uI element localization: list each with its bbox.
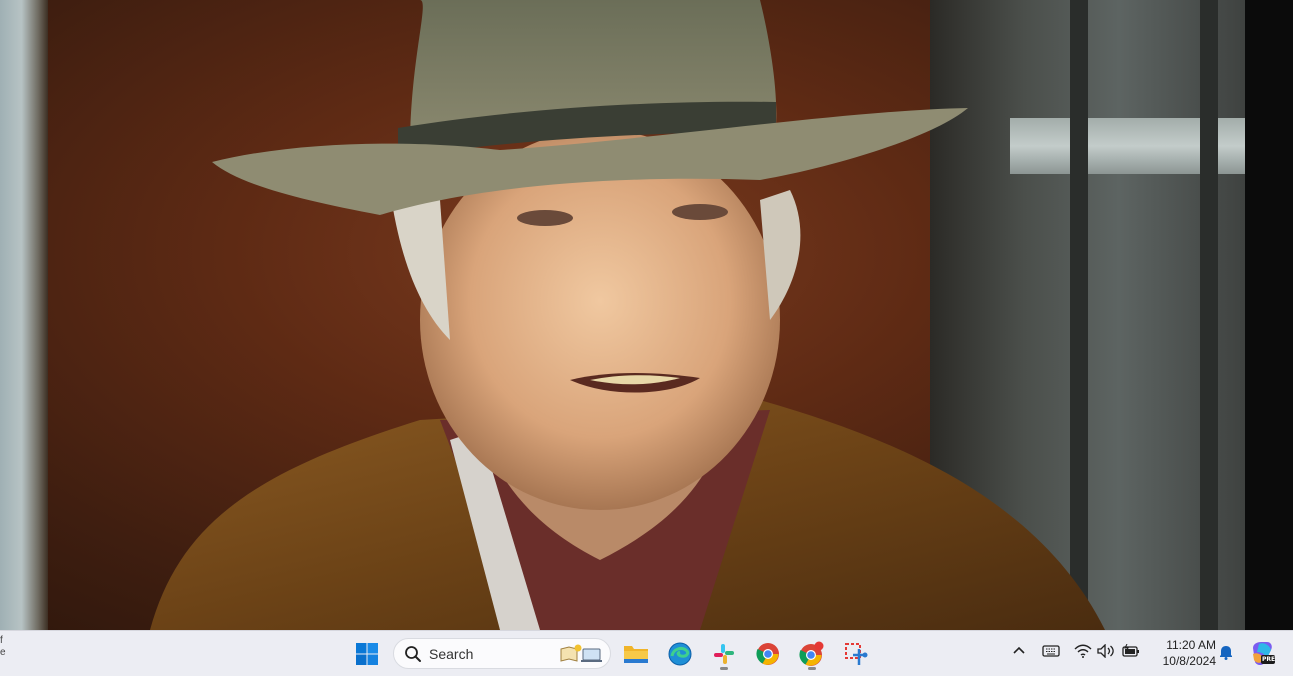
chrome-profile-icon — [799, 641, 824, 666]
taskbar-edge-text: f e — [0, 635, 6, 658]
file-explorer-button[interactable] — [619, 637, 653, 671]
hair-shape — [390, 190, 450, 340]
battery-icon[interactable] — [1121, 644, 1141, 658]
search-placeholder: Search — [429, 646, 474, 662]
chrome-profile-button[interactable] — [795, 637, 829, 671]
slack-button[interactable] — [707, 637, 741, 671]
folder-icon — [624, 646, 648, 663]
wifi-icon[interactable] — [1074, 644, 1092, 658]
clock[interactable]: 11:20 AM 10/8/2024 — [1150, 637, 1216, 669]
notification-bell-icon[interactable] — [1218, 644, 1234, 660]
start-button[interactable] — [350, 637, 384, 671]
chrome-button[interactable] — [751, 637, 785, 671]
running-indicator — [808, 667, 816, 670]
taskbar: f e Search 11:20 AM 10/8/2024 PRE — [0, 630, 1293, 676]
volume-icon[interactable] — [1097, 644, 1115, 658]
eye-shape — [672, 204, 728, 220]
chrome-icon — [756, 643, 779, 665]
clock-time: 11:20 AM — [1166, 638, 1216, 652]
snipping-tool-icon — [845, 643, 868, 665]
video-frame — [0, 0, 1293, 630]
man-in-cowboy-hat-illustration — [150, 0, 1105, 630]
search-box[interactable]: Search — [393, 638, 611, 669]
slack-icon — [714, 644, 734, 664]
eye-shape — [517, 210, 573, 226]
search-highlight-icon — [560, 644, 602, 662]
running-indicator — [720, 667, 728, 670]
snipping-tool-button[interactable] — [839, 637, 873, 671]
copilot-button[interactable]: PRE — [1249, 640, 1275, 668]
search-icon — [405, 646, 421, 662]
chevron-up-icon[interactable] — [1012, 644, 1026, 658]
windows-start-icon — [356, 643, 378, 665]
edge-icon — [668, 642, 692, 666]
clock-date: 10/8/2024 — [1162, 654, 1216, 668]
edge-button[interactable] — [663, 637, 697, 671]
copilot-badge: PRE — [1262, 656, 1276, 663]
keyboard-icon[interactable] — [1042, 644, 1060, 658]
copilot-icon — [1253, 642, 1275, 665]
